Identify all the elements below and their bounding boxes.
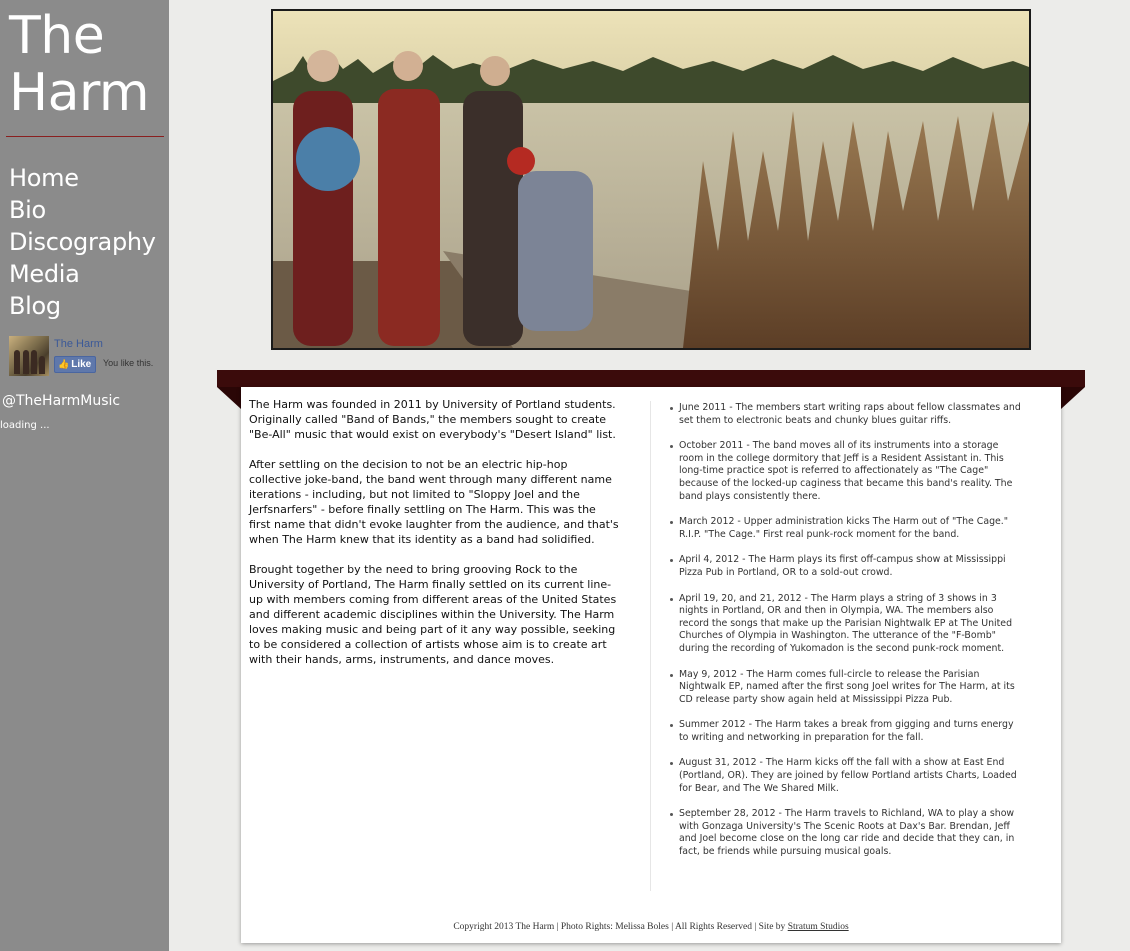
bio-content-panel: The Harm was founded in 2011 by Universi… — [241, 387, 1061, 943]
timeline-item: Summer 2012 - The Harm takes a break fro… — [670, 719, 1024, 744]
band-timeline: June 2011 - The members start writing ra… — [670, 402, 1024, 872]
facebook-page-avatar[interactable] — [9, 336, 49, 376]
ribbon-fold-left — [217, 387, 241, 409]
thumbs-up-icon: 👍 — [58, 359, 70, 369]
ribbon-fold-right — [1061, 387, 1085, 409]
site-title-line2: Harm — [9, 63, 150, 123]
band-photo — [271, 9, 1031, 350]
timeline-item: September 28, 2012 - The Harm travels to… — [670, 808, 1024, 858]
timeline-item: August 31, 2012 - The Harm kicks off the… — [670, 757, 1024, 795]
timeline-item: May 9, 2012 - The Harm comes full-circle… — [670, 669, 1024, 707]
sidebar: The Harm Home Bio Discography Media Blog… — [0, 0, 169, 951]
nav-home[interactable]: Home — [9, 162, 156, 194]
site-title-line1: The — [9, 6, 105, 66]
nav-bio[interactable]: Bio — [9, 194, 156, 226]
site-title[interactable]: The Harm — [9, 6, 150, 123]
band-photo-image — [273, 11, 1029, 348]
main-nav: Home Bio Discography Media Blog — [9, 162, 156, 322]
bio-text: The Harm was founded in 2011 by Universi… — [249, 397, 619, 682]
twitter-loading: loading ... — [0, 420, 50, 431]
timeline-item: March 2012 - Upper administration kicks … — [670, 516, 1024, 541]
content-ribbon — [217, 370, 1085, 387]
facebook-like-box: The Harm 👍 Like You like this. — [9, 336, 169, 378]
footer-credit-link[interactable]: Stratum Studios — [788, 922, 849, 932]
bio-paragraph: The Harm was founded in 2011 by Universi… — [249, 398, 616, 441]
timeline-item: April 4, 2012 - The Harm plays its first… — [670, 554, 1024, 579]
facebook-page-name[interactable]: The Harm — [54, 338, 103, 350]
facebook-like-button[interactable]: 👍 Like — [54, 356, 97, 373]
column-divider — [650, 401, 651, 891]
twitter-handle[interactable]: @TheHarmMusic — [2, 393, 120, 409]
nav-media[interactable]: Media — [9, 258, 156, 290]
facebook-like-label: Like — [71, 359, 92, 370]
nav-discography[interactable]: Discography — [9, 226, 156, 258]
timeline-item: June 2011 - The members start writing ra… — [670, 402, 1024, 427]
timeline-item: October 2011 - The band moves all of its… — [670, 440, 1024, 503]
title-divider — [6, 136, 164, 137]
bio-paragraph: After settling on the decision to not be… — [249, 458, 619, 546]
footer-text: Copyright 2013 The Harm | Photo Rights: … — [453, 922, 788, 932]
site-footer: Copyright 2013 The Harm | Photo Rights: … — [241, 922, 1061, 932]
bio-paragraph: Brought together by the need to bring gr… — [249, 563, 617, 666]
timeline-item: April 19, 20, and 21, 2012 - The Harm pl… — [670, 593, 1024, 656]
facebook-like-status: You like this. — [103, 358, 154, 368]
nav-blog[interactable]: Blog — [9, 290, 156, 322]
